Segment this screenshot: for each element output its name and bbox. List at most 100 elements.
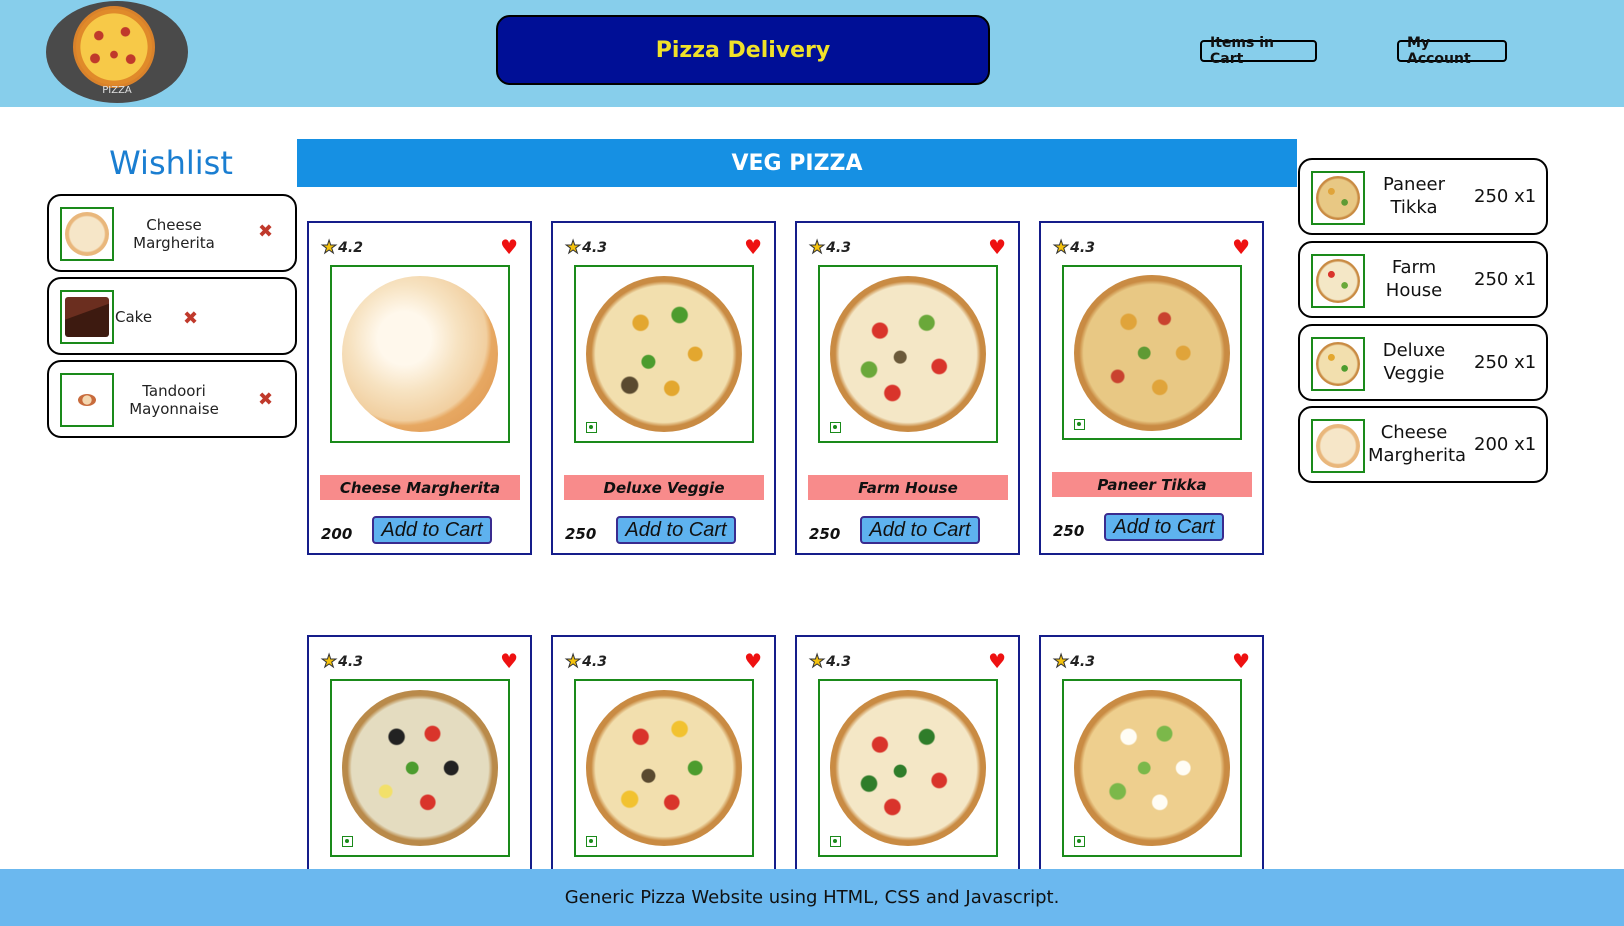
site-title: Pizza Delivery	[655, 37, 831, 63]
rating-value: 4.2	[338, 239, 363, 256]
star-icon: ★	[1052, 651, 1070, 673]
remove-close-icon[interactable]: ✖	[258, 389, 273, 410]
veg-symbol-icon	[342, 836, 353, 847]
rating: ★ 4.3	[1052, 651, 1095, 673]
rating-value: 4.3	[826, 239, 851, 256]
star-icon: ★	[320, 237, 338, 259]
wishlist-item-thumbnail	[60, 290, 114, 344]
add-to-cart-button[interactable]: Add to Cart	[860, 516, 980, 544]
paneer-pizza-image	[1074, 690, 1230, 846]
wishlist-item-name: Tandoori Mayonnaise	[129, 382, 219, 418]
product-card: ★ 4.3 ♥ Farm House 250 Add to Cart	[795, 221, 1020, 555]
rating: ★ 4.3	[808, 651, 851, 673]
cart-item: Paneer Tikka 250 x1	[1298, 158, 1548, 235]
cart-item: Farm House 250 x1	[1298, 241, 1548, 318]
wishlist-heart-icon[interactable]: ♥	[1232, 235, 1250, 259]
veg-symbol-icon	[1074, 836, 1085, 847]
cart-item-name: Cheese Margherita	[1368, 422, 1467, 466]
product-image[interactable]	[330, 679, 510, 857]
rating: ★ 4.3	[808, 237, 851, 259]
cart-item-name: Deluxe Veggie	[1382, 340, 1446, 384]
rating-value: 4.3	[1070, 239, 1095, 256]
rating: ★ 4.3	[564, 651, 606, 673]
veg-symbol-icon	[586, 836, 597, 847]
veggie-pizza-image	[830, 690, 986, 846]
star-icon: ★	[320, 651, 338, 673]
wishlist-heart-icon[interactable]: ♥	[988, 235, 1006, 259]
remove-close-icon[interactable]: ✖	[258, 221, 273, 242]
cart-item-thumbnail	[1311, 337, 1365, 391]
product-name: Farm House	[808, 475, 1008, 500]
header-bar: PIZZA Pizza Delivery Items in Cart My Ac…	[0, 0, 1624, 107]
deluxe-veggie-pizza-icon	[1316, 342, 1360, 386]
wishlist-heart-icon[interactable]: ♥	[500, 235, 518, 259]
wishlist-item-name: Cheese Margherita	[133, 216, 215, 252]
product-image[interactable]	[818, 265, 998, 443]
cheese-margherita-pizza-icon	[1316, 424, 1360, 468]
rating-value: 4.3	[338, 653, 363, 670]
star-icon: ★	[564, 651, 582, 673]
paneer-tikka-pizza-image	[1074, 274, 1230, 431]
remove-close-icon[interactable]: ✖	[183, 308, 198, 329]
product-price: 250	[809, 525, 841, 543]
cart-item-price-qty: 250 x1	[1474, 186, 1537, 207]
wishlist-heart-icon[interactable]: ♥	[1232, 649, 1250, 673]
cheese-pizza-icon	[65, 212, 109, 256]
cart-item-thumbnail	[1311, 171, 1365, 225]
site-title-box: Pizza Delivery	[496, 15, 990, 85]
product-name: Cheese Margherita	[320, 475, 520, 500]
product-image[interactable]	[574, 265, 754, 443]
product-card: ★ 4.3 ♥ Paneer Tikka 250 Add to Cart	[1039, 221, 1264, 555]
rating-value: 4.3	[582, 239, 607, 256]
wishlist-item-name: Cake	[115, 308, 153, 326]
wishlist-item: Cake ✖	[47, 277, 297, 355]
wishlist-heart-icon[interactable]: ♥	[744, 235, 762, 259]
cart-item-price-qty: 250 x1	[1474, 352, 1537, 373]
product-image[interactable]	[1062, 265, 1242, 440]
add-to-cart-button[interactable]: Add to Cart	[372, 516, 492, 544]
veg-symbol-icon	[830, 836, 841, 847]
product-price: 250	[565, 525, 597, 543]
cheese-margherita-pizza-image	[342, 276, 498, 432]
star-icon: ★	[564, 237, 582, 259]
add-to-cart-button[interactable]: Add to Cart	[1104, 513, 1224, 541]
veg-symbol-icon	[830, 422, 841, 433]
cart-item-thumbnail	[1311, 254, 1365, 308]
cart-item-thumbnail	[1311, 419, 1365, 473]
items-in-cart-button[interactable]: Items in Cart	[1200, 35, 1317, 67]
rating-value: 4.3	[826, 653, 851, 670]
product-image[interactable]	[330, 265, 510, 443]
veg-symbol-icon	[1074, 419, 1085, 430]
logo-text: PIZZA	[102, 85, 132, 96]
product-name: Paneer Tikka	[1052, 472, 1252, 497]
add-to-cart-button[interactable]: Add to Cart	[616, 516, 736, 544]
product-image[interactable]	[574, 679, 754, 857]
wishlist-heart-icon[interactable]: ♥	[500, 649, 518, 673]
wishlist-item-thumbnail	[60, 373, 114, 427]
wishlist-heart-icon[interactable]: ♥	[744, 649, 762, 673]
product-price: 250	[1053, 522, 1085, 540]
cart-item-price-qty: 200 x1	[1474, 434, 1537, 455]
product-price: 200	[321, 525, 353, 543]
wishlist-item: Cheese Margherita ✖	[47, 194, 297, 272]
cake-icon	[65, 297, 109, 337]
product-image[interactable]	[1062, 679, 1242, 857]
footer: Generic Pizza Website using HTML, CSS an…	[0, 869, 1624, 926]
wishlist-heart-icon[interactable]: ♥	[988, 649, 1006, 673]
pizza-logo-icon	[73, 6, 155, 88]
veg-symbol-icon	[586, 422, 597, 433]
wishlist-item-thumbnail	[60, 207, 114, 261]
page: PIZZA Pizza Delivery Items in Cart My Ac…	[0, 0, 1624, 926]
product-image[interactable]	[818, 679, 998, 857]
product-name: Deluxe Veggie	[564, 475, 764, 500]
pizza-logo[interactable]: PIZZA	[46, 1, 188, 103]
cart-item: Deluxe Veggie 250 x1	[1298, 324, 1548, 401]
cart-item-price-qty: 250 x1	[1474, 269, 1537, 290]
my-account-button[interactable]: My Account	[1397, 35, 1507, 67]
deluxe-veggie-pizza-image	[586, 276, 742, 432]
product-card: ★ 4.2 ♥ Cheese Margherita 200 Add to Cart	[307, 221, 532, 555]
farm-house-pizza-image	[830, 276, 986, 432]
product-card: ★ 4.3 ♥ Deluxe Veggie 250 Add to Cart	[551, 221, 776, 555]
star-icon: ★	[1052, 237, 1070, 259]
rating-value: 4.3	[1070, 653, 1095, 670]
